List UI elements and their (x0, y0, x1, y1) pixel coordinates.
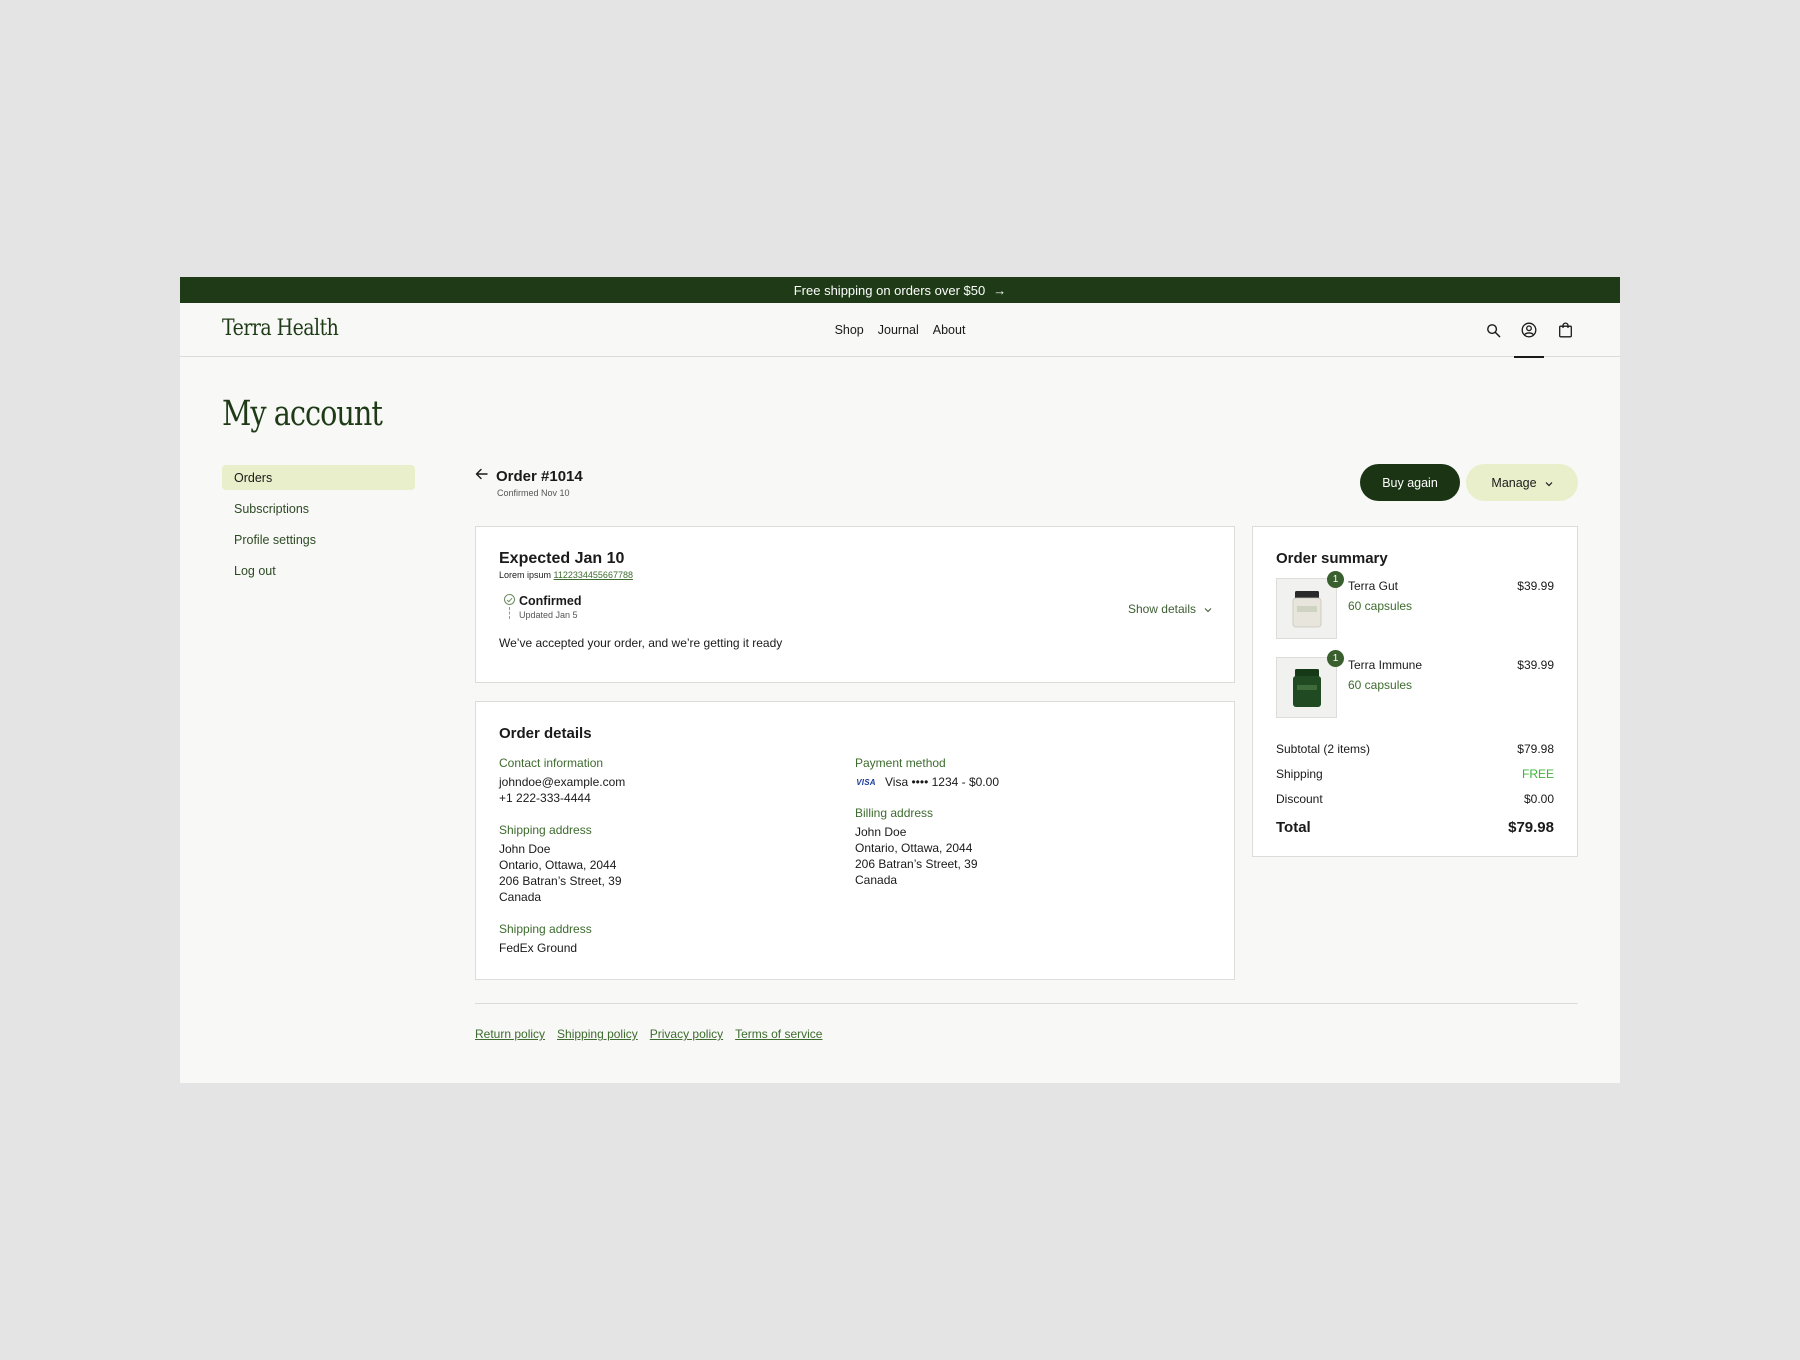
sidebar-item-log-out[interactable]: Log out (222, 558, 415, 583)
nav-journal[interactable]: Journal (878, 323, 919, 337)
nav-about[interactable]: About (933, 323, 966, 337)
subtotal-row: Subtotal (2 items) $79.98 (1276, 736, 1554, 761)
buy-again-button[interactable]: Buy again (1360, 464, 1460, 501)
shipping-address-label: Shipping address (499, 823, 592, 837)
order-id: Order #1014 (496, 467, 583, 485)
product-variant: 60 capsules (1348, 678, 1413, 692)
quantity-badge: 1 (1327, 650, 1344, 667)
product-variant: 60 capsules (1348, 599, 1413, 613)
chevron-down-icon (1545, 476, 1553, 490)
billing-address-line: 206 Batran’s Street, 39 (855, 857, 978, 871)
order-details-card: Order details Contact information johndo… (475, 701, 1235, 980)
total-value: $79.98 (1508, 819, 1554, 836)
subtotal-label: Subtotal (2 items) (1276, 741, 1371, 756)
product-price: $39.99 (1517, 658, 1554, 672)
back-arrow-icon[interactable] (475, 467, 488, 485)
total-label: Total (1276, 819, 1311, 836)
subtotal-value: $79.98 (1517, 741, 1554, 756)
account-icon[interactable] (1514, 303, 1544, 358)
sidebar-item-profile-settings[interactable]: Profile settings (222, 527, 415, 552)
announcement-text: Free shipping on orders over $50 (793, 282, 986, 298)
product-thumbnail: 1 (1276, 571, 1344, 639)
shipping-method-value: FedEx Ground (499, 941, 578, 955)
header-icons (1482, 303, 1576, 358)
expected-date: Expected Jan 10 (499, 550, 625, 567)
quantity-badge: 1 (1327, 571, 1344, 588)
manage-dropdown-button[interactable]: Manage (1466, 464, 1578, 501)
discount-label: Discount (1276, 791, 1323, 806)
shipping-label: Shipping (1276, 766, 1323, 781)
product-thumbnail: 1 (1276, 650, 1344, 718)
contact-label: Contact information (499, 756, 604, 770)
shipping-address-line: 206 Batran’s Street, 39 (499, 874, 622, 888)
site-header: Terra Health Shop Journal About (180, 303, 1620, 358)
product-name: Terra Immune (1348, 658, 1423, 672)
announcement-bar[interactable]: Free shipping on orders over $50 → (180, 277, 1620, 303)
payment-method-value: Visa •••• 1234 - $0.00 (885, 775, 999, 789)
manage-label: Manage (1491, 475, 1537, 490)
cart-icon[interactable] (1554, 303, 1576, 357)
billing-address-label: Billing address (855, 806, 934, 820)
tracking-line: Lorem ipsum 1122334455667788 (499, 570, 1211, 580)
privacy-policy-link[interactable]: Privacy policy (650, 1027, 723, 1041)
order-summary-title: Order summary (1276, 550, 1388, 567)
details-right-column: Payment method VISA Visa •••• 1234 - $0.… (855, 756, 1211, 973)
chevron-down-icon (1204, 602, 1212, 616)
billing-address-line: Ontario, Ottawa, 2044 (855, 841, 973, 855)
shipping-address-line: John Doe (499, 842, 551, 856)
discount-value: $0.00 (1523, 791, 1554, 806)
summary-product[interactable]: 1 Terra Gut 60 capsules $39.99 (1276, 571, 1554, 639)
order-status-card: Expected Jan 10 Lorem ipsum 112233445566… (475, 526, 1235, 683)
tracking-prefix: Lorem ipsum (499, 570, 552, 580)
main-nav: Shop Journal About (180, 303, 1620, 357)
discount-row: Discount $0.00 (1276, 786, 1554, 811)
order-header: Order #1014 Confirmed Nov 10 (475, 467, 583, 498)
total-row: Total $79.98 (1276, 815, 1554, 840)
policy-links: Return policy Shipping policy Privacy po… (475, 1027, 822, 1041)
account-sidebar: Orders Subscriptions Profile settings Lo… (222, 465, 415, 589)
arrow-right-icon: → (993, 282, 1007, 298)
product-jar-image (1292, 668, 1321, 707)
product-jar-image (1292, 590, 1321, 627)
show-details-label: Show details (1127, 602, 1196, 616)
status-timeline: Confirmed Updated Jan 5 (499, 594, 1211, 620)
contact-phone: +1 222-333-4444 (499, 791, 591, 805)
billing-address-line: Canada (855, 873, 898, 887)
visa-card-icon: VISA (856, 777, 876, 787)
payment-method-label: Payment method (855, 756, 946, 770)
shipping-value: FREE (1521, 766, 1554, 781)
shipping-address-line: Canada (499, 890, 542, 904)
sidebar-item-orders[interactable]: Orders (222, 465, 415, 490)
storefront-window: Free shipping on orders over $50 → Terra… (180, 277, 1620, 1083)
tracking-number-link[interactable]: 1122334455667788 (554, 570, 633, 580)
shipping-policy-link[interactable]: Shipping policy (557, 1027, 638, 1041)
shipping-address-line: Ontario, Ottawa, 2044 (499, 858, 617, 872)
order-actions: Buy again Manage (1360, 464, 1578, 501)
footer-divider (475, 1003, 1578, 1004)
return-policy-link[interactable]: Return policy (475, 1027, 545, 1041)
status-message: We’ve accepted your order, and we’re get… (499, 636, 783, 650)
status-label: Confirmed (519, 594, 582, 608)
contact-email: johndoe@example.com (499, 775, 626, 789)
check-circle-icon (503, 594, 515, 605)
terms-of-service-link[interactable]: Terms of service (735, 1027, 822, 1041)
status-updated: Updated Jan 5 (519, 610, 578, 620)
product-name: Terra Gut (1348, 579, 1399, 593)
order-details-title: Order details (499, 725, 592, 742)
nav-shop[interactable]: Shop (835, 323, 864, 337)
details-left-column: Contact information johndoe@example.com … (499, 756, 855, 973)
page-title: My account (222, 394, 383, 434)
timeline-connector (508, 607, 510, 619)
show-details-toggle[interactable]: Show details (1128, 602, 1212, 616)
search-icon[interactable] (1482, 303, 1504, 357)
order-confirmed-date: Confirmed Nov 10 (497, 488, 570, 498)
product-price: $39.99 (1517, 579, 1554, 593)
shipping-row: Shipping FREE (1276, 761, 1554, 786)
sidebar-item-subscriptions[interactable]: Subscriptions (222, 496, 415, 521)
summary-product[interactable]: 1 Terra Immune 60 capsules $39.99 (1276, 650, 1554, 718)
order-summary-card: Order summary 1 Terra Gut 60 capsules $3… (1252, 526, 1578, 857)
shipping-method-label: Shipping address (499, 922, 592, 936)
billing-address-line: John Doe (855, 825, 907, 839)
